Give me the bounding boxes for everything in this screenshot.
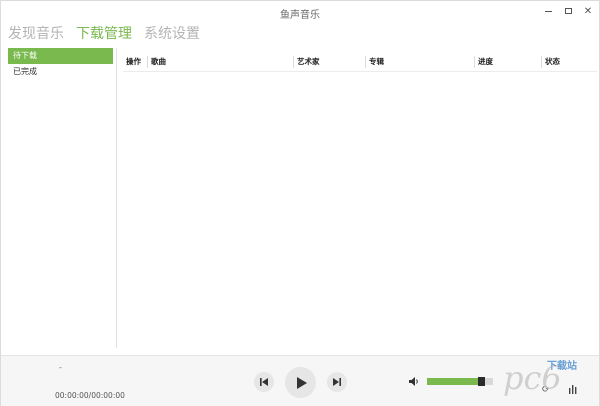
- tab-discover-music[interactable]: 发现音乐: [8, 23, 64, 45]
- app-window: 鱼声音乐 ✕ 发现音乐 下载管理 系统设置 待下载 已完成 操作 歌曲 艺术家 …: [0, 0, 600, 406]
- next-icon: [333, 378, 341, 386]
- watermark-text: 下载站: [547, 361, 577, 372]
- volume-slider[interactable]: [427, 377, 493, 386]
- track-name: -: [59, 363, 62, 372]
- column-header-action[interactable]: 操作: [123, 52, 141, 72]
- play-button[interactable]: [285, 367, 316, 398]
- maximize-icon: [564, 8, 572, 14]
- play-icon: [296, 376, 307, 389]
- column-header-song[interactable]: 歌曲: [148, 52, 166, 72]
- column-header-status[interactable]: 状态: [542, 52, 560, 72]
- minimize-button[interactable]: [541, 5, 555, 19]
- volume-icon[interactable]: [408, 376, 420, 387]
- sidebar-item-completed[interactable]: 已完成: [8, 64, 113, 80]
- next-track-button[interactable]: [327, 372, 347, 392]
- playback-time: 00:00:00/00:00:00: [55, 391, 125, 400]
- sidebar: 待下载 已完成: [8, 48, 117, 348]
- minimize-icon: [544, 10, 552, 12]
- title-bar: 鱼声音乐 ✕: [1, 1, 599, 23]
- watermark-logo: pc6 下载站: [501, 349, 599, 405]
- column-header-album[interactable]: 专辑: [366, 52, 384, 72]
- column-header-artist[interactable]: 艺术家: [294, 52, 320, 72]
- close-icon: ✕: [583, 6, 593, 17]
- previous-icon: [260, 378, 268, 386]
- main-tabs: 发现音乐 下载管理 系统设置: [8, 23, 200, 45]
- volume-slider-handle[interactable]: [478, 377, 485, 386]
- download-table-header: 操作 歌曲 艺术家 专辑 进度 状态: [123, 52, 597, 72]
- volume-slider-fill: [427, 378, 481, 385]
- tab-download-manager[interactable]: 下载管理: [76, 23, 132, 45]
- column-header-progress[interactable]: 进度: [475, 52, 493, 72]
- close-button[interactable]: ✕: [581, 5, 595, 19]
- sidebar-item-pending[interactable]: 待下载: [8, 48, 113, 64]
- maximize-button[interactable]: [561, 5, 575, 19]
- previous-track-button[interactable]: [254, 372, 274, 392]
- tab-system-settings[interactable]: 系统设置: [144, 23, 200, 45]
- app-title: 鱼声音乐: [280, 10, 320, 21]
